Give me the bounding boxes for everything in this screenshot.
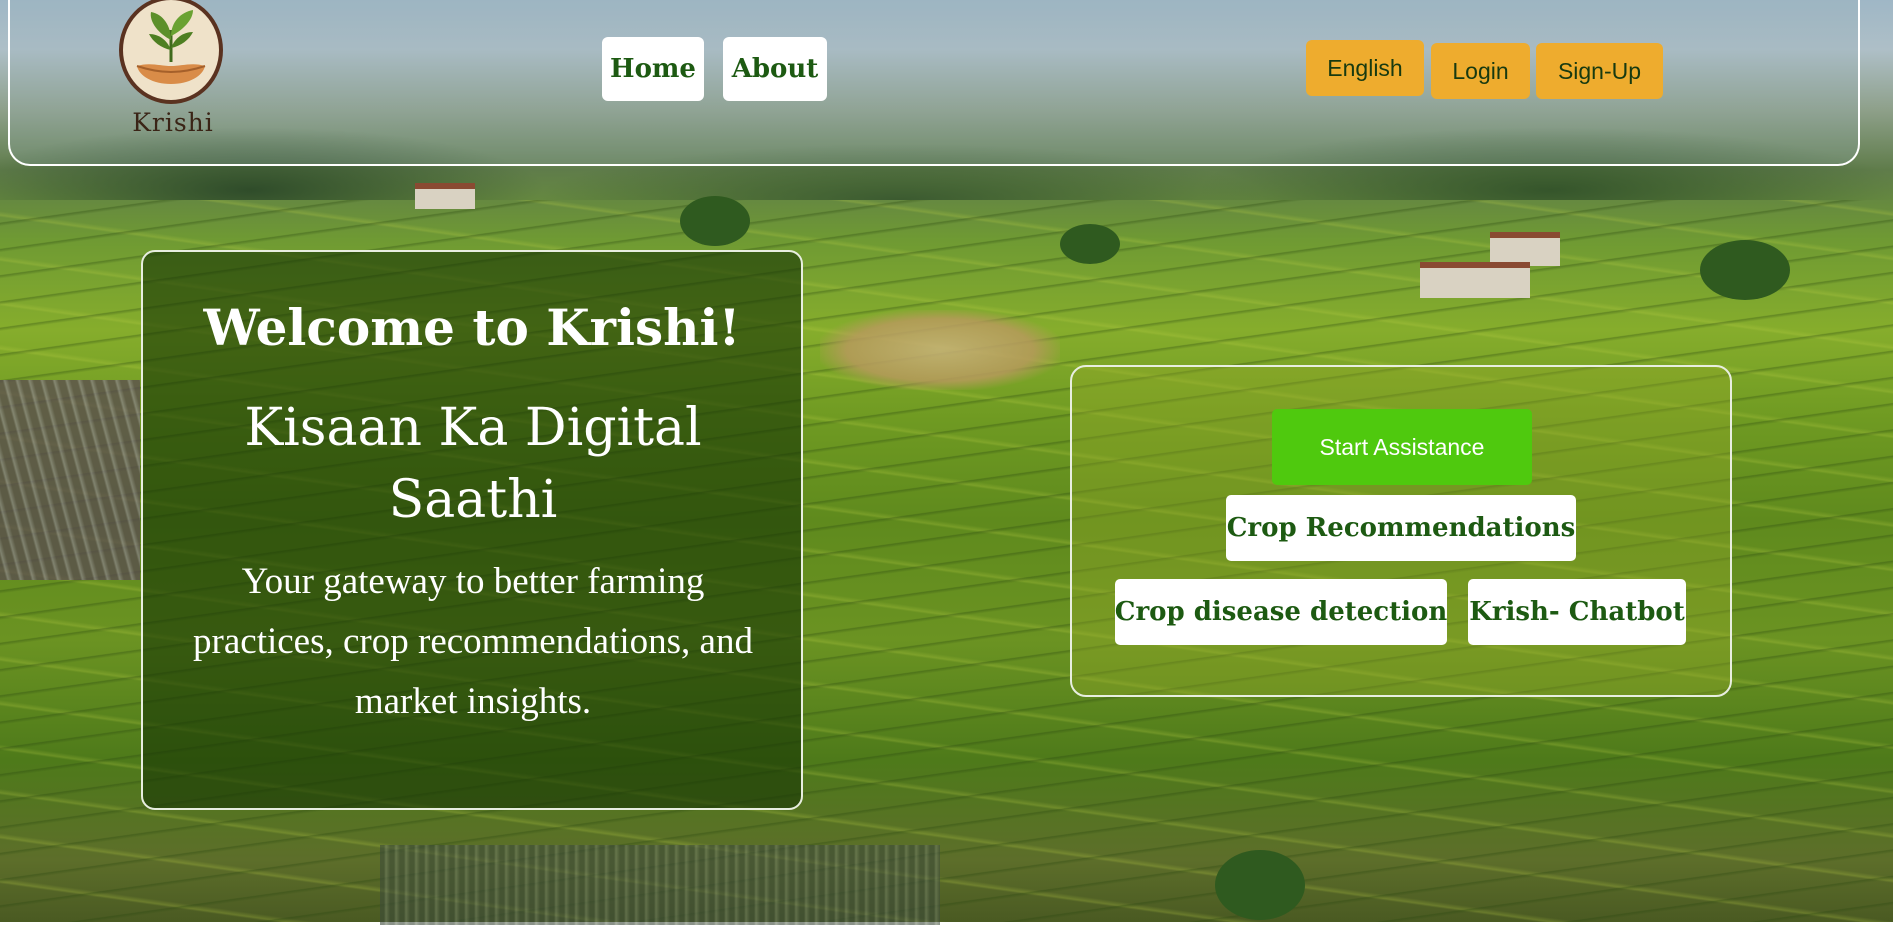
page: Krishi Home About English Login Sign-Up …: [0, 0, 1893, 925]
crop-disease-detection-button[interactable]: Crop disease detection: [1115, 579, 1447, 645]
background-tree: [1700, 240, 1790, 300]
crop-recommendations-button[interactable]: Crop Recommendations: [1226, 495, 1576, 561]
nav-home-button[interactable]: Home: [602, 37, 704, 101]
background-house: [1490, 232, 1560, 266]
background-house: [1420, 262, 1530, 298]
background-paddy: [380, 845, 940, 925]
background-dry-field: [820, 310, 1060, 390]
background-tree: [1215, 850, 1305, 920]
logo-text: Krishi: [132, 108, 214, 137]
chatbot-button[interactable]: Krish- Chatbot: [1468, 579, 1686, 645]
header-bar: Krishi Home About English Login Sign-Up: [8, 0, 1860, 166]
background-tree: [1060, 224, 1120, 264]
signup-button[interactable]: Sign-Up: [1536, 43, 1663, 99]
welcome-title: Welcome to Krishi!: [203, 298, 741, 357]
features-panel: Start Assistance Crop Recommendations Cr…: [1070, 365, 1732, 697]
plant-in-hands-logo-icon: [119, 0, 223, 104]
background-tree: [680, 196, 750, 246]
welcome-description: Your gateway to better farming practices…: [193, 561, 753, 722]
start-assistance-button[interactable]: Start Assistance: [1272, 409, 1532, 485]
nav-about-button[interactable]: About: [723, 37, 827, 101]
plant-icon: [136, 10, 206, 84]
background-house: [415, 183, 475, 209]
logo[interactable]: Krishi: [114, 0, 232, 146]
welcome-subtitle: Kisaan Ka Digital Saathi: [244, 398, 702, 530]
login-button[interactable]: Login: [1431, 43, 1530, 99]
welcome-panel: Welcome to Krishi! Kisaan Ka Digital Saa…: [141, 250, 803, 810]
language-button[interactable]: English: [1306, 40, 1424, 96]
background-field: [0, 380, 140, 580]
